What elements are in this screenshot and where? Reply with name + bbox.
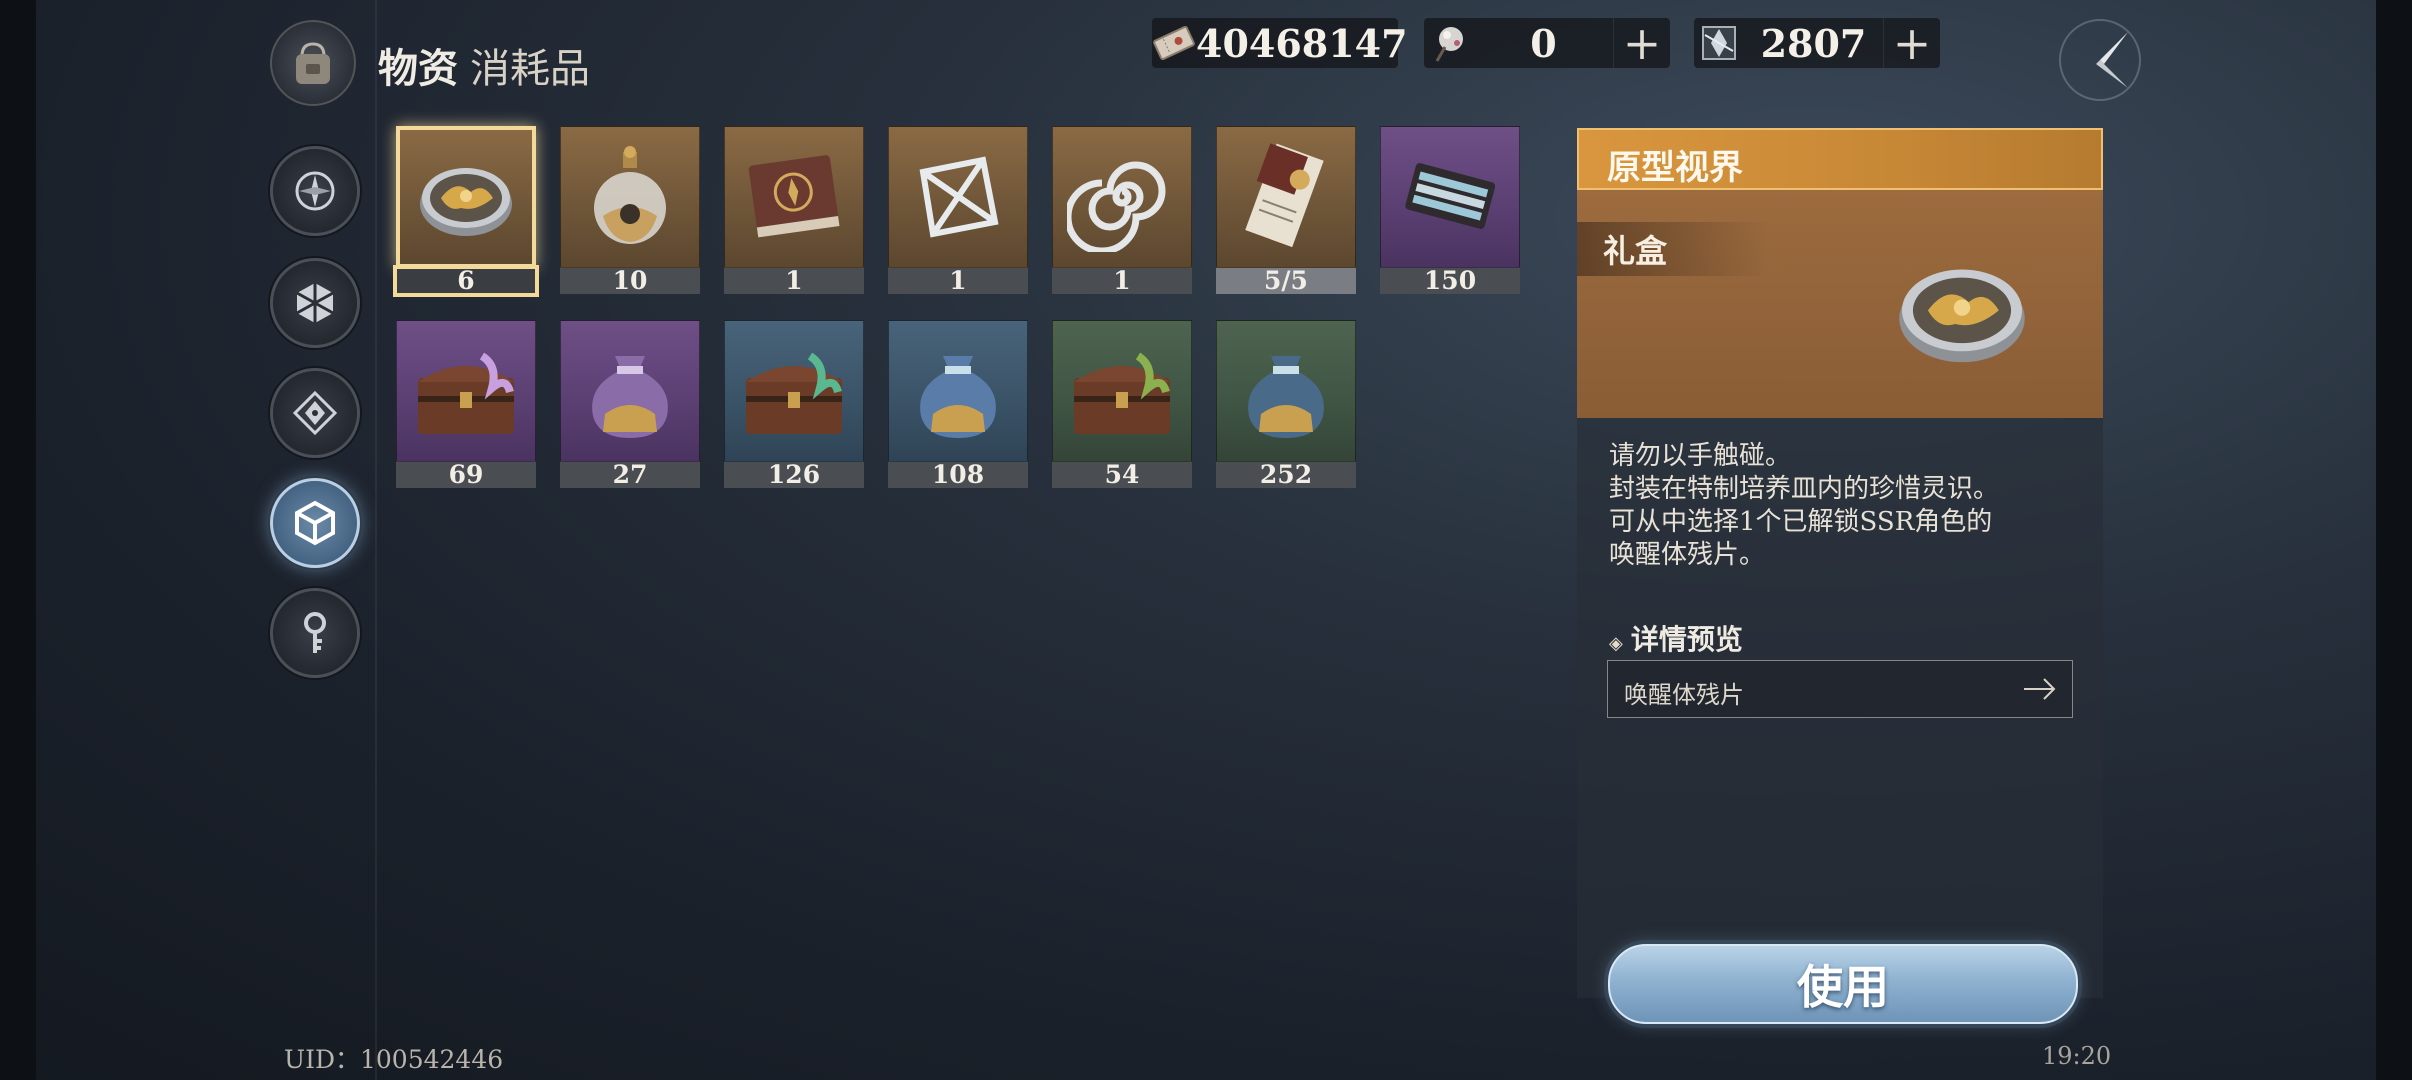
description-line: 唤醒体残片。 [1609, 540, 1766, 570]
preview-heading-label: 详情预览 [1630, 623, 1743, 656]
pouch-icon [1216, 320, 1356, 462]
pouch-icon [560, 320, 700, 462]
sidebar-item-cube[interactable] [270, 478, 360, 568]
item-slot[interactable]: 1 [724, 126, 864, 294]
tool-kit-icon [1380, 126, 1520, 268]
left-frame [0, 0, 36, 1080]
sidebar-item-hexagon[interactable] [270, 258, 360, 348]
ticket-icon [1152, 18, 1196, 68]
description-line: 请勿以手触碰。 [1609, 441, 1792, 471]
user-id: UID：100542446 [284, 1045, 504, 1074]
use-button-label: 使用 [1797, 960, 1889, 1014]
sidebar-item-diamond[interactable] [270, 368, 360, 458]
page-title-sub: 消耗品 [470, 46, 590, 92]
clock-time: 19:20 [2042, 1042, 2112, 1070]
item-description: 请勿以手触碰。 封装在特制培养皿内的珍惜灵识。 可从中选择1个已解锁SSR角色的… [1609, 440, 2079, 572]
item-slot[interactable]: 1 [888, 126, 1028, 294]
item-slot[interactable]: 6 [393, 126, 539, 297]
item-count: 5/5 [1216, 268, 1356, 294]
item-slot[interactable]: 108 [888, 320, 1028, 488]
key-icon [304, 612, 326, 653]
inventory-bag-icon [270, 20, 356, 106]
item-slot[interactable]: 150 [1380, 126, 1520, 294]
item-slot[interactable]: 126 [724, 320, 864, 488]
description-line: 可从中选择1个已解锁SSR角色的 [1609, 507, 1993, 537]
preview-link[interactable]: 唤醒体残片 [1607, 660, 2073, 718]
sidebar-item-key[interactable] [270, 588, 360, 678]
preview-item-label: 唤醒体残片 [1624, 681, 1744, 709]
close-icon[interactable] [2050, 10, 2150, 110]
item-slot[interactable]: 252 [1216, 320, 1356, 488]
add-orb-button[interactable]: + [1613, 16, 1670, 70]
book-icon [724, 126, 864, 268]
cube-icon [295, 500, 335, 546]
use-button[interactable]: 使用 [1608, 944, 2078, 1024]
item-count: 69 [396, 462, 536, 488]
page-title: 物资 消耗品 [378, 36, 590, 94]
orb-icon [1424, 18, 1474, 68]
ticket-amount: 40468147 [1196, 20, 1408, 66]
item-name: 原型视界 [1607, 148, 1743, 188]
diamond-bullet-icon: ◈ [1609, 633, 1623, 654]
wireframe-cube-icon [888, 126, 1028, 268]
compass-icon [295, 171, 335, 211]
item-detail-panel: 原型视界 礼盒 请勿以手触碰。 封装在特制培养皿内的珍惜灵识。 可从中选择1个已… [1577, 128, 2103, 998]
petri-dish-icon [1887, 234, 2037, 384]
item-slot[interactable]: 54 [1052, 320, 1192, 488]
chest-icon [724, 320, 864, 462]
right-frame [2376, 0, 2412, 1080]
orb-amount: 0 [1530, 20, 1557, 66]
detail-header: 原型视界 [1577, 128, 2103, 190]
crystal-icon [1694, 18, 1744, 68]
hexagon-icon [296, 283, 334, 323]
item-count: 54 [1052, 462, 1192, 488]
item-count: 10 [560, 268, 700, 294]
currency-orb: 0 + [1424, 16, 1670, 70]
currency-ticket: 40468147 [1152, 18, 1408, 68]
potion-flask-icon [560, 126, 700, 268]
item-count: 252 [1216, 462, 1356, 488]
item-count: 1 [724, 268, 864, 294]
item-slot[interactable]: 10 [560, 126, 700, 294]
detail-card: 礼盒 [1577, 190, 2103, 418]
sidebar-item-compass[interactable] [270, 146, 360, 236]
description-line: 封装在特制培养皿内的珍惜灵识。 [1609, 474, 2000, 504]
diamond-icon [292, 390, 338, 436]
pouch-icon [888, 320, 1028, 462]
item-count: 108 [888, 462, 1028, 488]
item-count: 27 [560, 462, 700, 488]
chest-icon [396, 320, 536, 462]
item-count: 1 [1052, 268, 1192, 294]
item-count: 1 [888, 268, 1028, 294]
item-count: 126 [724, 462, 864, 488]
add-crystal-button[interactable]: + [1883, 16, 1940, 70]
sidebar-divider [375, 0, 377, 1080]
letter-icon [1216, 126, 1356, 268]
currency-crystal: 2807 + [1694, 16, 1940, 70]
item-slot[interactable]: 69 [396, 320, 536, 488]
spiral-icon [1052, 126, 1192, 268]
chest-icon [1052, 320, 1192, 462]
petri-dish-icon [396, 126, 536, 268]
arrow-right-icon [2022, 673, 2058, 709]
preview-heading: ◈ 详情预览 [1609, 618, 1743, 658]
crystal-amount: 2807 [1760, 20, 1867, 66]
item-type: 礼盒 [1577, 222, 1768, 276]
page-title-main: 物资 [378, 45, 458, 92]
item-count: 150 [1380, 268, 1520, 294]
item-slot[interactable]: 27 [560, 320, 700, 488]
item-count: 6 [393, 265, 539, 297]
item-slot[interactable]: 1 [1052, 126, 1192, 294]
item-slot[interactable]: 5/5 [1216, 126, 1356, 294]
